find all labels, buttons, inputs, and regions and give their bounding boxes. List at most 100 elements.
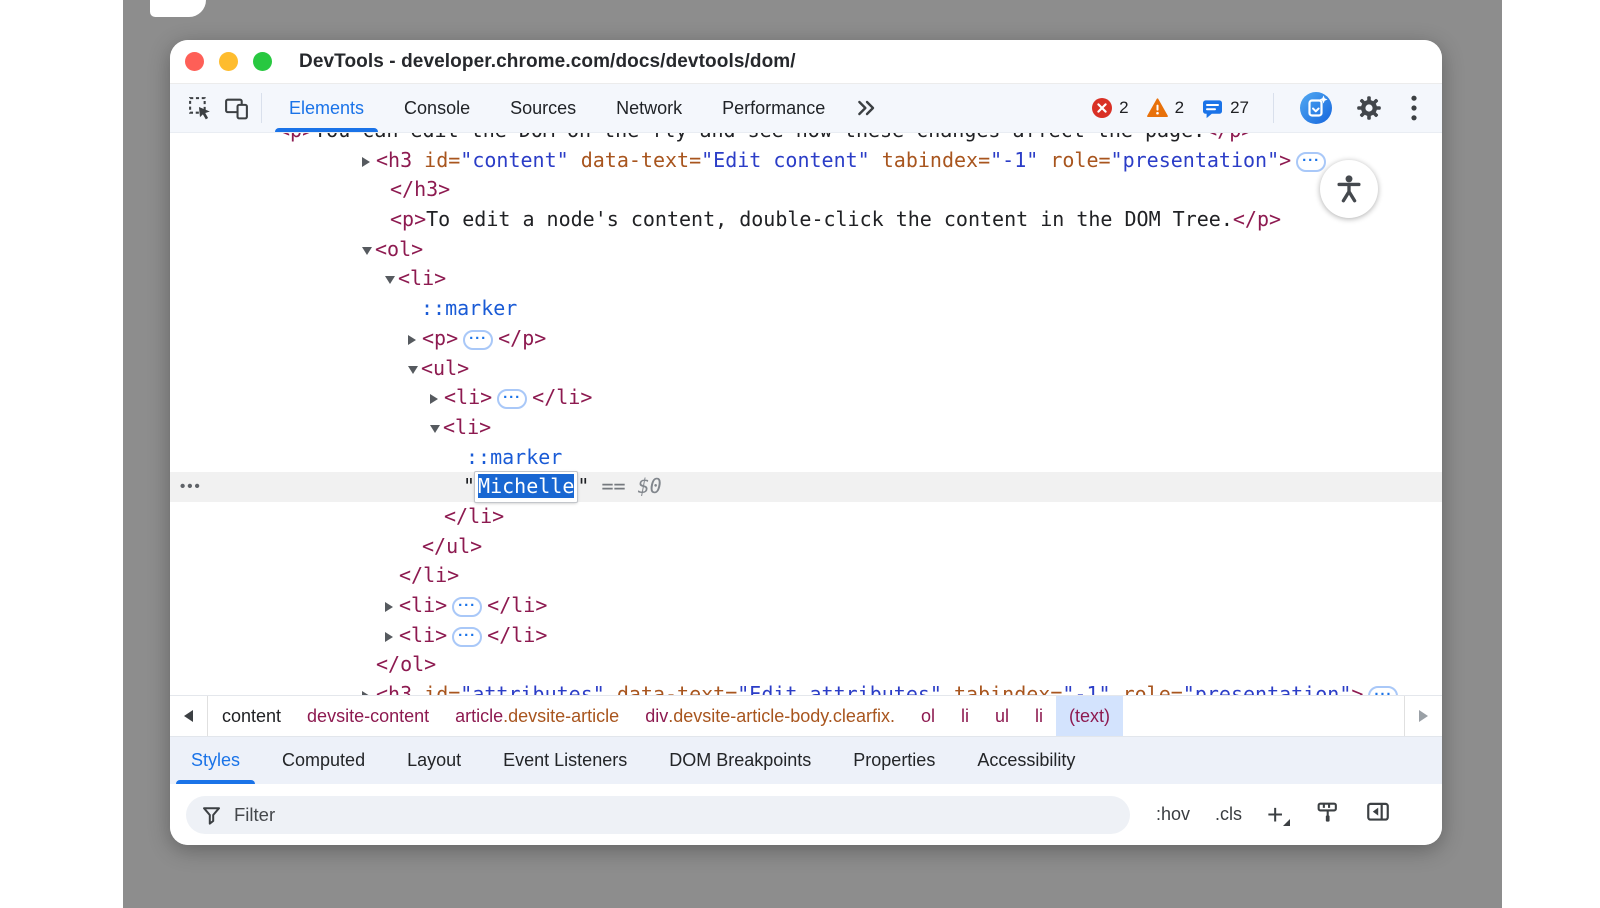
brush-icon[interactable] bbox=[1315, 800, 1340, 830]
dom-tree-row[interactable]: <li>···</li> bbox=[170, 383, 1442, 413]
dom-tree-row[interactable]: </ol> bbox=[170, 650, 1442, 680]
warning-count: 2 bbox=[1175, 98, 1184, 118]
code-segment-txt: You can edit the DOM on the fly and see … bbox=[314, 133, 1205, 142]
minimize-icon[interactable] bbox=[219, 52, 238, 71]
expand-ellipsis-button[interactable]: ··· bbox=[452, 627, 482, 647]
forward-crumb-icon[interactable] bbox=[1404, 696, 1442, 736]
dom-tree: <p>You can edit the DOM on the fly and s… bbox=[170, 133, 1442, 695]
filter-input[interactable] bbox=[234, 804, 934, 826]
dom-tree-row[interactable]: <ul> bbox=[170, 354, 1442, 384]
toggle-classes-button[interactable]: .cls bbox=[1215, 804, 1242, 825]
code-segment-tag: <p> bbox=[278, 133, 314, 142]
breadcrumb-item[interactable]: li bbox=[948, 696, 982, 736]
kebab-menu-icon[interactable] bbox=[1404, 90, 1424, 126]
breadcrumb-item[interactable]: li bbox=[1022, 696, 1056, 736]
code-segment-tag: </p> bbox=[498, 326, 546, 350]
dock-sidebar-icon[interactable] bbox=[1365, 799, 1391, 830]
dom-tree-row[interactable]: <h3 id="content" data-text="Edit content… bbox=[170, 146, 1442, 176]
close-icon[interactable] bbox=[185, 52, 204, 71]
issues-count: 27 bbox=[1230, 98, 1249, 118]
dom-tree-row[interactable]: <h3 id="attributes" data-text="Edit attr… bbox=[170, 680, 1442, 695]
code-segment-attr: id= bbox=[412, 682, 460, 695]
dom-tree-row[interactable]: <li> bbox=[170, 264, 1442, 294]
breadcrumb-item[interactable]: ul bbox=[982, 696, 1022, 736]
sidebar-tab-layout[interactable]: Layout bbox=[386, 737, 482, 784]
gear-icon[interactable] bbox=[1351, 90, 1387, 126]
expand-ellipsis-button[interactable]: ··· bbox=[463, 330, 493, 350]
tab-performance[interactable]: Performance bbox=[702, 84, 845, 132]
expand-ellipsis-button[interactable]: ··· bbox=[1296, 152, 1326, 172]
device-toolbar-icon[interactable] bbox=[218, 90, 254, 126]
crumb-part: article bbox=[455, 706, 503, 727]
tab-console[interactable]: Console bbox=[384, 84, 490, 132]
dom-tree-row[interactable]: <li>···</li> bbox=[170, 591, 1442, 621]
expand-arrow-icon[interactable] bbox=[408, 335, 416, 345]
collapse-arrow-icon[interactable] bbox=[408, 366, 418, 374]
expand-arrow-icon[interactable] bbox=[385, 632, 393, 642]
dom-tree-row[interactable]: <p>···</p> bbox=[170, 324, 1442, 354]
dom-tree-row[interactable]: ::marker bbox=[170, 443, 1442, 473]
devtools-window: DevTools - developer.chrome.com/docs/dev… bbox=[170, 40, 1442, 845]
toolbar-separator bbox=[1273, 93, 1274, 123]
new-style-rule-icon[interactable]: + bbox=[1267, 804, 1290, 826]
tab-elements[interactable]: Elements bbox=[269, 84, 384, 132]
filter-funnel-icon bbox=[201, 804, 223, 826]
issues-badge[interactable]: 27 bbox=[1201, 97, 1249, 120]
expand-ellipsis-button[interactable]: ··· bbox=[497, 389, 527, 409]
sidebar-tab-dom-breakpoints[interactable]: DOM Breakpoints bbox=[648, 737, 832, 784]
dom-tree-row[interactable]: </li> bbox=[170, 561, 1442, 591]
dom-tree-row[interactable]: </li> bbox=[170, 502, 1442, 532]
ai-assistance-icon[interactable] bbox=[1298, 90, 1334, 126]
warning-badge[interactable]: 2 bbox=[1146, 97, 1184, 119]
code-segment-tag: </ol> bbox=[376, 652, 436, 676]
dom-tree-row[interactable]: <ol> bbox=[170, 235, 1442, 265]
breadcrumb-item[interactable]: content bbox=[209, 696, 294, 736]
dom-tree-row[interactable]: </ul> bbox=[170, 532, 1442, 562]
breadcrumb-item[interactable]: article.devsite-article bbox=[442, 696, 632, 736]
inline-edit-box[interactable]: Michelle bbox=[475, 472, 577, 502]
tab-network[interactable]: Network bbox=[596, 84, 702, 132]
inspect-icon[interactable] bbox=[182, 90, 218, 126]
breadcrumb-item-selected[interactable]: (text) bbox=[1056, 696, 1123, 736]
dom-tree-row[interactable]: <li> bbox=[170, 413, 1442, 443]
sidebar-tab-event-listeners[interactable]: Event Listeners bbox=[482, 737, 648, 784]
dom-tree-row[interactable]: <p>You can edit the DOM on the fly and s… bbox=[170, 133, 1442, 146]
code-segment-q: " bbox=[577, 474, 589, 498]
dom-tree-row[interactable]: <li>···</li> bbox=[170, 621, 1442, 651]
expand-ellipsis-button[interactable]: ··· bbox=[452, 597, 482, 617]
expand-arrow-icon[interactable] bbox=[362, 157, 370, 167]
sidebar-tab-accessibility[interactable]: Accessibility bbox=[956, 737, 1096, 784]
filter-field[interactable] bbox=[186, 796, 1130, 834]
crumb-part: .devsite-article bbox=[503, 706, 619, 727]
issues-icon bbox=[1201, 97, 1224, 120]
expand-ellipsis-button[interactable]: ··· bbox=[1368, 686, 1398, 695]
more-tabs-icon[interactable] bbox=[849, 90, 885, 126]
dom-tree-row[interactable]: </h3> bbox=[170, 175, 1442, 205]
code-segment-tag: </li> bbox=[399, 563, 459, 587]
dom-tree-row-selected[interactable]: •••"Michelle" == $0 bbox=[170, 472, 1442, 502]
code-segment-tag: <li> bbox=[444, 385, 492, 409]
sidebar-tab-styles[interactable]: Styles bbox=[170, 737, 261, 784]
sidebar-tab-properties[interactable]: Properties bbox=[832, 737, 956, 784]
back-crumb-icon[interactable] bbox=[170, 696, 208, 736]
breadcrumb-item[interactable]: devsite-content bbox=[294, 696, 442, 736]
collapse-arrow-icon[interactable] bbox=[385, 276, 395, 284]
breadcrumb: contentdevsite-contentarticle.devsite-ar… bbox=[170, 695, 1442, 737]
code-segment-tag: </li> bbox=[532, 385, 592, 409]
expand-arrow-icon[interactable] bbox=[385, 602, 393, 612]
crumb-part: content bbox=[222, 706, 281, 727]
expand-arrow-icon[interactable] bbox=[430, 394, 438, 404]
tab-sources[interactable]: Sources bbox=[490, 84, 596, 132]
collapse-arrow-icon[interactable] bbox=[430, 425, 440, 433]
code-segment-tag: <li> bbox=[399, 593, 447, 617]
breadcrumb-item[interactable]: ol bbox=[908, 696, 948, 736]
toggle-hover-button[interactable]: :hov bbox=[1156, 804, 1190, 825]
zoom-icon[interactable] bbox=[253, 52, 272, 71]
dom-tree-row[interactable]: ::marker bbox=[170, 294, 1442, 324]
dom-tree-row[interactable]: <p>To edit a node's content, double-clic… bbox=[170, 205, 1442, 235]
sidebar-tab-computed[interactable]: Computed bbox=[261, 737, 386, 784]
accessibility-person-icon[interactable] bbox=[1320, 160, 1378, 218]
breadcrumb-item[interactable]: div.devsite-article-body.clearfix. bbox=[632, 696, 908, 736]
error-badge[interactable]: 2 bbox=[1091, 97, 1128, 119]
collapse-arrow-icon[interactable] bbox=[362, 247, 372, 255]
